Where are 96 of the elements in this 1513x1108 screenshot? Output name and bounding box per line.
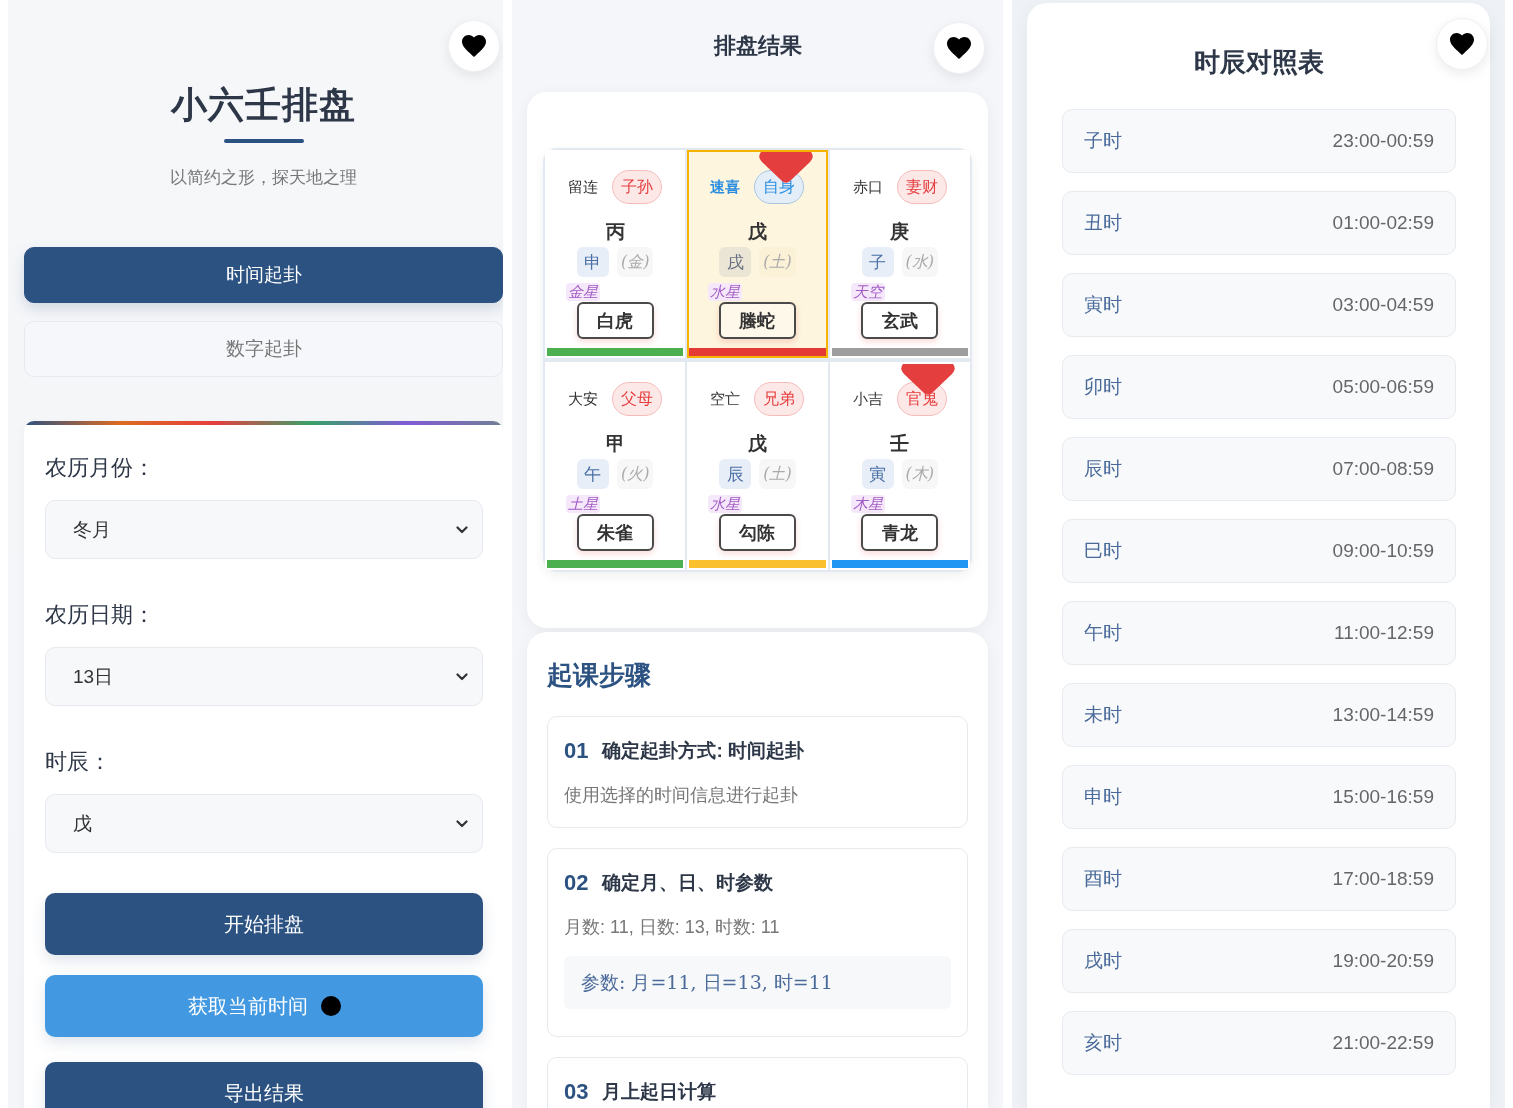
- step-number: 03: [564, 1078, 589, 1106]
- heart-icon: [947, 37, 971, 59]
- palace-name: 赤口: [852, 177, 883, 197]
- relation-badge: 父母: [612, 382, 663, 416]
- palace-name: 速喜: [710, 177, 741, 197]
- deity-label: 螣蛇: [719, 302, 796, 339]
- app-subtitle: 以简约之形，探天地之理: [170, 167, 357, 189]
- star-label: 水星: [708, 495, 743, 513]
- stem-text: 壬: [890, 431, 910, 455]
- star-label: 金星: [566, 283, 600, 301]
- element-label: (金): [616, 247, 654, 277]
- hour-name: 巳时: [1084, 538, 1122, 563]
- element-label: (水): [901, 247, 939, 277]
- step-description: 使用选择的时间信息进行起卦: [564, 784, 798, 807]
- stem-text: 甲: [605, 431, 625, 455]
- star-label: 土星: [566, 495, 600, 513]
- hour-range: 21:00-22:59: [1332, 1032, 1434, 1054]
- panel-title: 时辰对照表: [1194, 46, 1324, 79]
- mode-tab[interactable]: 时间起卦: [24, 247, 503, 303]
- deity-label: 白虎: [576, 302, 654, 339]
- element-label: (土): [759, 459, 796, 489]
- hour-name: 子时: [1084, 128, 1122, 153]
- step-title: 月上起日计算: [602, 1080, 717, 1104]
- stem-text: 戊: [748, 219, 767, 243]
- panel-title: 排盘结果: [713, 32, 802, 60]
- palace-name: 小吉: [852, 389, 883, 409]
- hour-range: 03:00-04:59: [1332, 294, 1434, 316]
- stem-text: 戊: [748, 431, 767, 455]
- star-label: 水星: [708, 283, 743, 301]
- hour-name: 丑时: [1084, 210, 1122, 235]
- hour-name: 酉时: [1084, 866, 1122, 891]
- stem-text: 丙: [605, 219, 625, 243]
- branch-chip: 戌: [719, 247, 752, 277]
- chevron-down-icon: [456, 819, 468, 828]
- deity-label: 勾陈: [719, 514, 796, 551]
- branch-chip: 辰: [719, 459, 752, 489]
- branch-chip: 寅: [861, 459, 894, 489]
- branch-chip: 午: [576, 459, 609, 489]
- heart-icon: [1450, 33, 1474, 55]
- select-field[interactable]: 戊: [45, 794, 483, 853]
- hour-name: 寅时: [1084, 292, 1122, 317]
- step-number: 01: [564, 737, 589, 765]
- hour-range: 05:00-06:59: [1332, 376, 1434, 398]
- step-title: 确定月、日、时参数: [602, 871, 774, 895]
- chevron-down-icon: [456, 525, 468, 534]
- element-label: (木): [901, 459, 939, 489]
- app-title: 小六壬排盘: [171, 83, 356, 127]
- star-label: 天空: [850, 283, 885, 301]
- heart-icon: [462, 35, 486, 57]
- action-button[interactable]: 导出结果: [45, 1062, 483, 1108]
- step-number: 02: [564, 869, 589, 897]
- hour-range: 19:00-20:59: [1332, 950, 1434, 972]
- element-label: (土): [759, 247, 796, 277]
- hour-range: 17:00-18:59: [1332, 868, 1434, 890]
- branch-chip: 子: [861, 247, 894, 277]
- hour-range: 01:00-02:59: [1332, 212, 1434, 234]
- relation-badge: 妻财: [896, 170, 947, 204]
- palace-name: 空亡: [710, 389, 741, 409]
- action-button[interactable]: 开始排盘: [45, 893, 483, 955]
- hour-name: 午时: [1084, 620, 1122, 645]
- hour-name: 辰时: [1084, 456, 1122, 481]
- mode-tab[interactable]: 数字起卦: [24, 321, 503, 377]
- palace-name: 留连: [568, 177, 599, 197]
- deity-label: 朱雀: [576, 514, 654, 551]
- hour-range: 15:00-16:59: [1332, 786, 1434, 808]
- deity-label: 玄武: [861, 302, 939, 339]
- select-field[interactable]: 冬月: [45, 500, 483, 559]
- step-title: 确定起卦方式: 时间起卦: [602, 739, 805, 763]
- hour-range: 11:00-12:59: [1334, 622, 1434, 644]
- chevron-down-icon: [456, 672, 468, 681]
- section-title: 起课步骤: [547, 659, 651, 692]
- field-label: 农历日期：: [45, 601, 155, 629]
- hour-name: 未时: [1084, 702, 1122, 727]
- formula-block: 参数: 月=11, 日=13, 时=11: [564, 956, 951, 1009]
- hour-name: 亥时: [1084, 1030, 1122, 1055]
- hour-range: 23:00-00:59: [1332, 130, 1434, 152]
- palace-name: 大安: [568, 389, 599, 409]
- step-description: 月数: 11, 日数: 13, 时数: 11: [564, 916, 780, 939]
- favorite-button[interactable]: [1436, 18, 1488, 70]
- field-label: 农历月份：: [45, 454, 155, 482]
- relation-badge: 子孙: [612, 170, 663, 204]
- hour-name: 戌时: [1084, 948, 1122, 973]
- select-field[interactable]: 13日: [45, 647, 483, 706]
- hour-range: 07:00-08:59: [1332, 458, 1434, 480]
- relation-badge: 兄弟: [754, 382, 805, 416]
- dot-icon: [320, 996, 341, 1016]
- stem-text: 庚: [890, 219, 910, 243]
- field-label: 时辰：: [45, 748, 111, 776]
- hour-range: 09:00-10:59: [1332, 540, 1434, 562]
- hour-name: 申时: [1084, 784, 1122, 809]
- deity-label: 青龙: [861, 514, 939, 551]
- hour-name: 卯时: [1084, 374, 1122, 399]
- star-label: 木星: [850, 495, 885, 513]
- branch-chip: 申: [576, 247, 609, 277]
- hour-range: 13:00-14:59: [1332, 704, 1434, 726]
- element-label: (火): [616, 459, 654, 489]
